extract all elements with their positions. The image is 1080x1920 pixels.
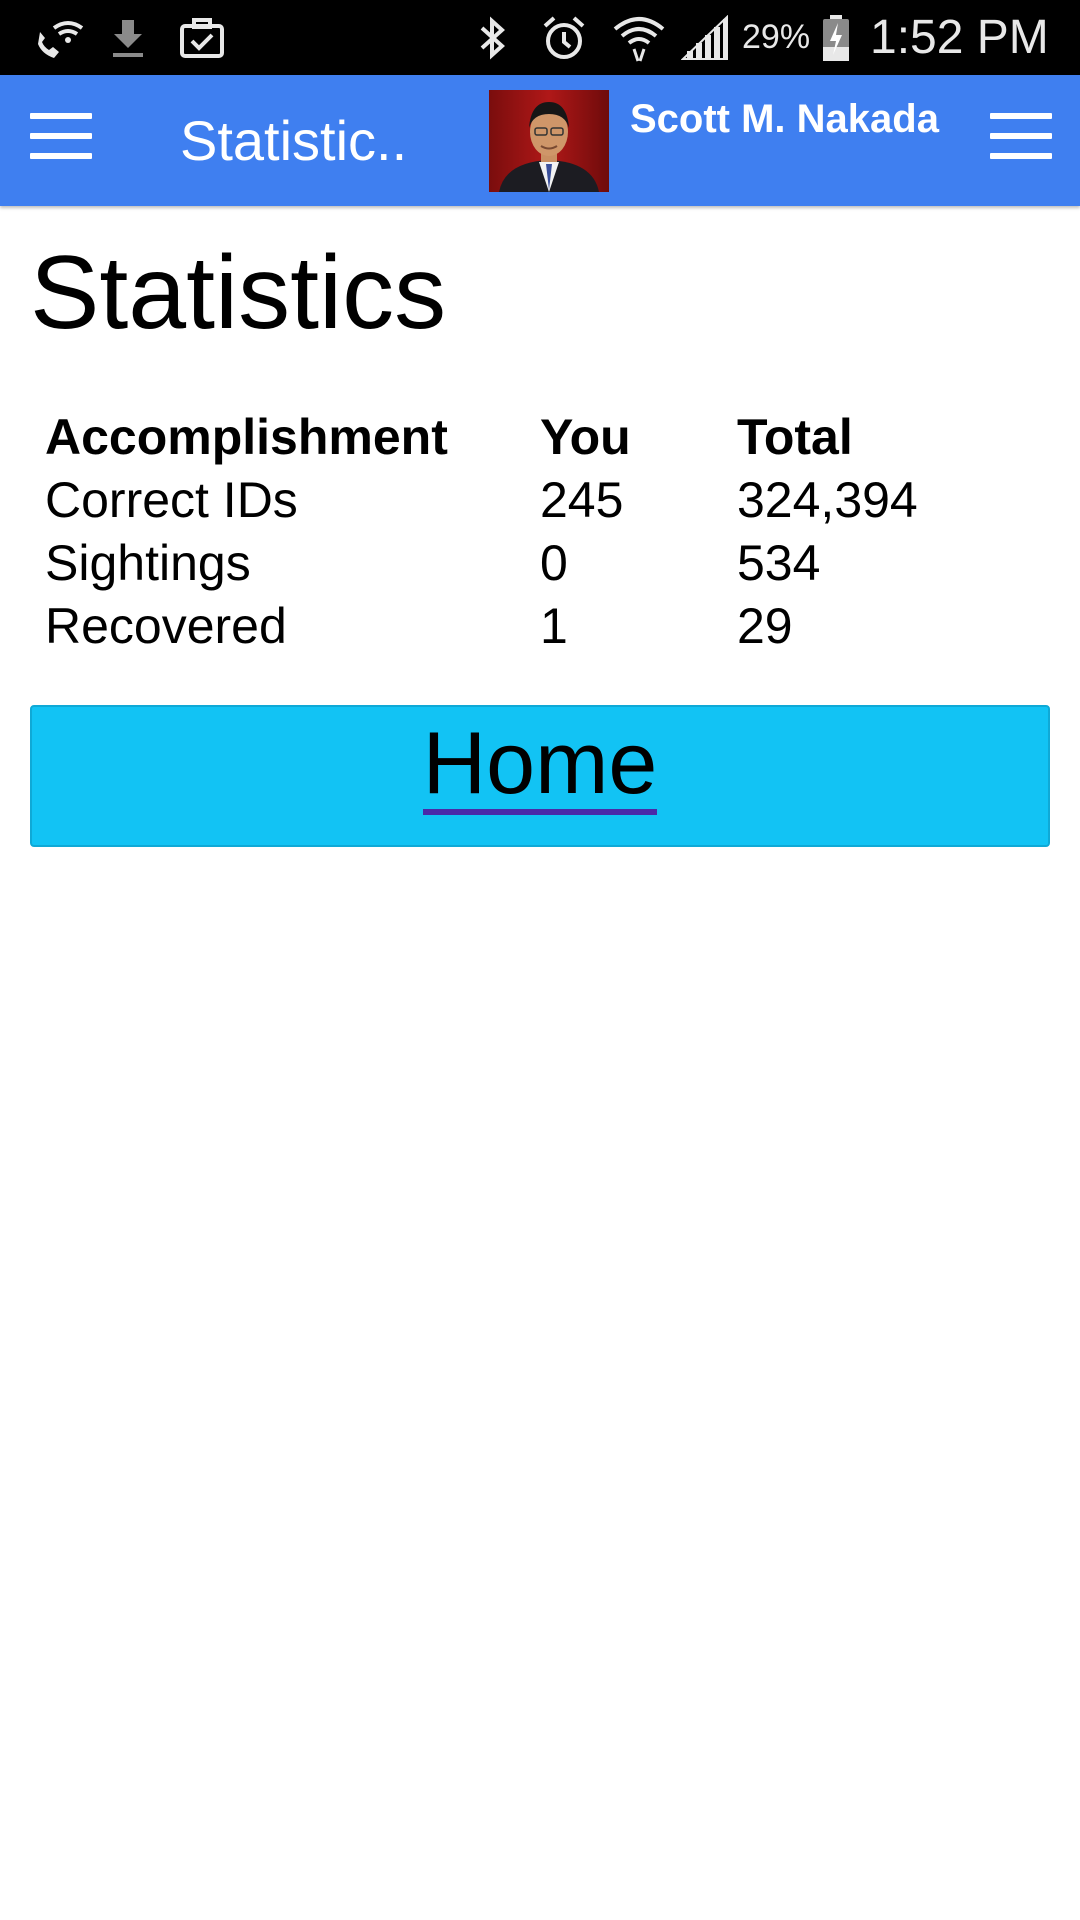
table-row: Correct IDs 245 324,394: [45, 468, 997, 531]
row-total-value: 29: [737, 597, 793, 654]
table-row: Sightings 0 534: [45, 531, 997, 594]
battery-charging-icon: [818, 0, 854, 75]
download-icon: [103, 0, 153, 75]
row-you-value: 245: [540, 471, 624, 528]
bluetooth-icon: [470, 0, 516, 75]
row-total-value: 534: [737, 534, 821, 591]
battery-percent: 29%: [742, 18, 811, 56]
page-title: Statistics: [30, 235, 447, 351]
row-you-value: 1: [540, 597, 568, 654]
row-label: Correct IDs: [45, 471, 298, 528]
home-link[interactable]: Home: [422, 717, 658, 815]
status-time: 1:52 PM: [870, 11, 1049, 64]
wifi-call-icon: [28, 0, 88, 75]
row-label: Recovered: [45, 597, 287, 654]
status-bar: 29% 1:52 PM: [0, 0, 1080, 75]
table-row: Recovered 1 29: [45, 594, 997, 657]
options-menu-icon[interactable]: [990, 113, 1052, 159]
app-bar-title: Statistic..: [180, 109, 408, 172]
nav-menu-icon[interactable]: [30, 113, 92, 159]
row-total-value: 324,394: [737, 471, 918, 528]
header-total: Total: [737, 408, 853, 465]
alarm-icon: [538, 0, 590, 75]
app-bar: Statistic.. Scott M. Nakada: [0, 75, 1080, 206]
table-header-row: Accomplishment You Total: [45, 405, 997, 468]
header-accomplishment: Accomplishment: [45, 408, 448, 465]
wifi-icon: [610, 0, 668, 75]
header-you: You: [540, 408, 631, 465]
stats-table: Accomplishment You Total Correct IDs 245…: [45, 405, 997, 657]
row-you-value: 0: [540, 534, 568, 591]
briefcase-check-icon: [175, 0, 229, 75]
avatar[interactable]: [489, 90, 609, 192]
row-label: Sightings: [45, 534, 251, 591]
user-name: Scott M. Nakada: [630, 97, 939, 141]
signal-icon: [680, 0, 730, 75]
home-button[interactable]: Home: [30, 705, 1050, 847]
